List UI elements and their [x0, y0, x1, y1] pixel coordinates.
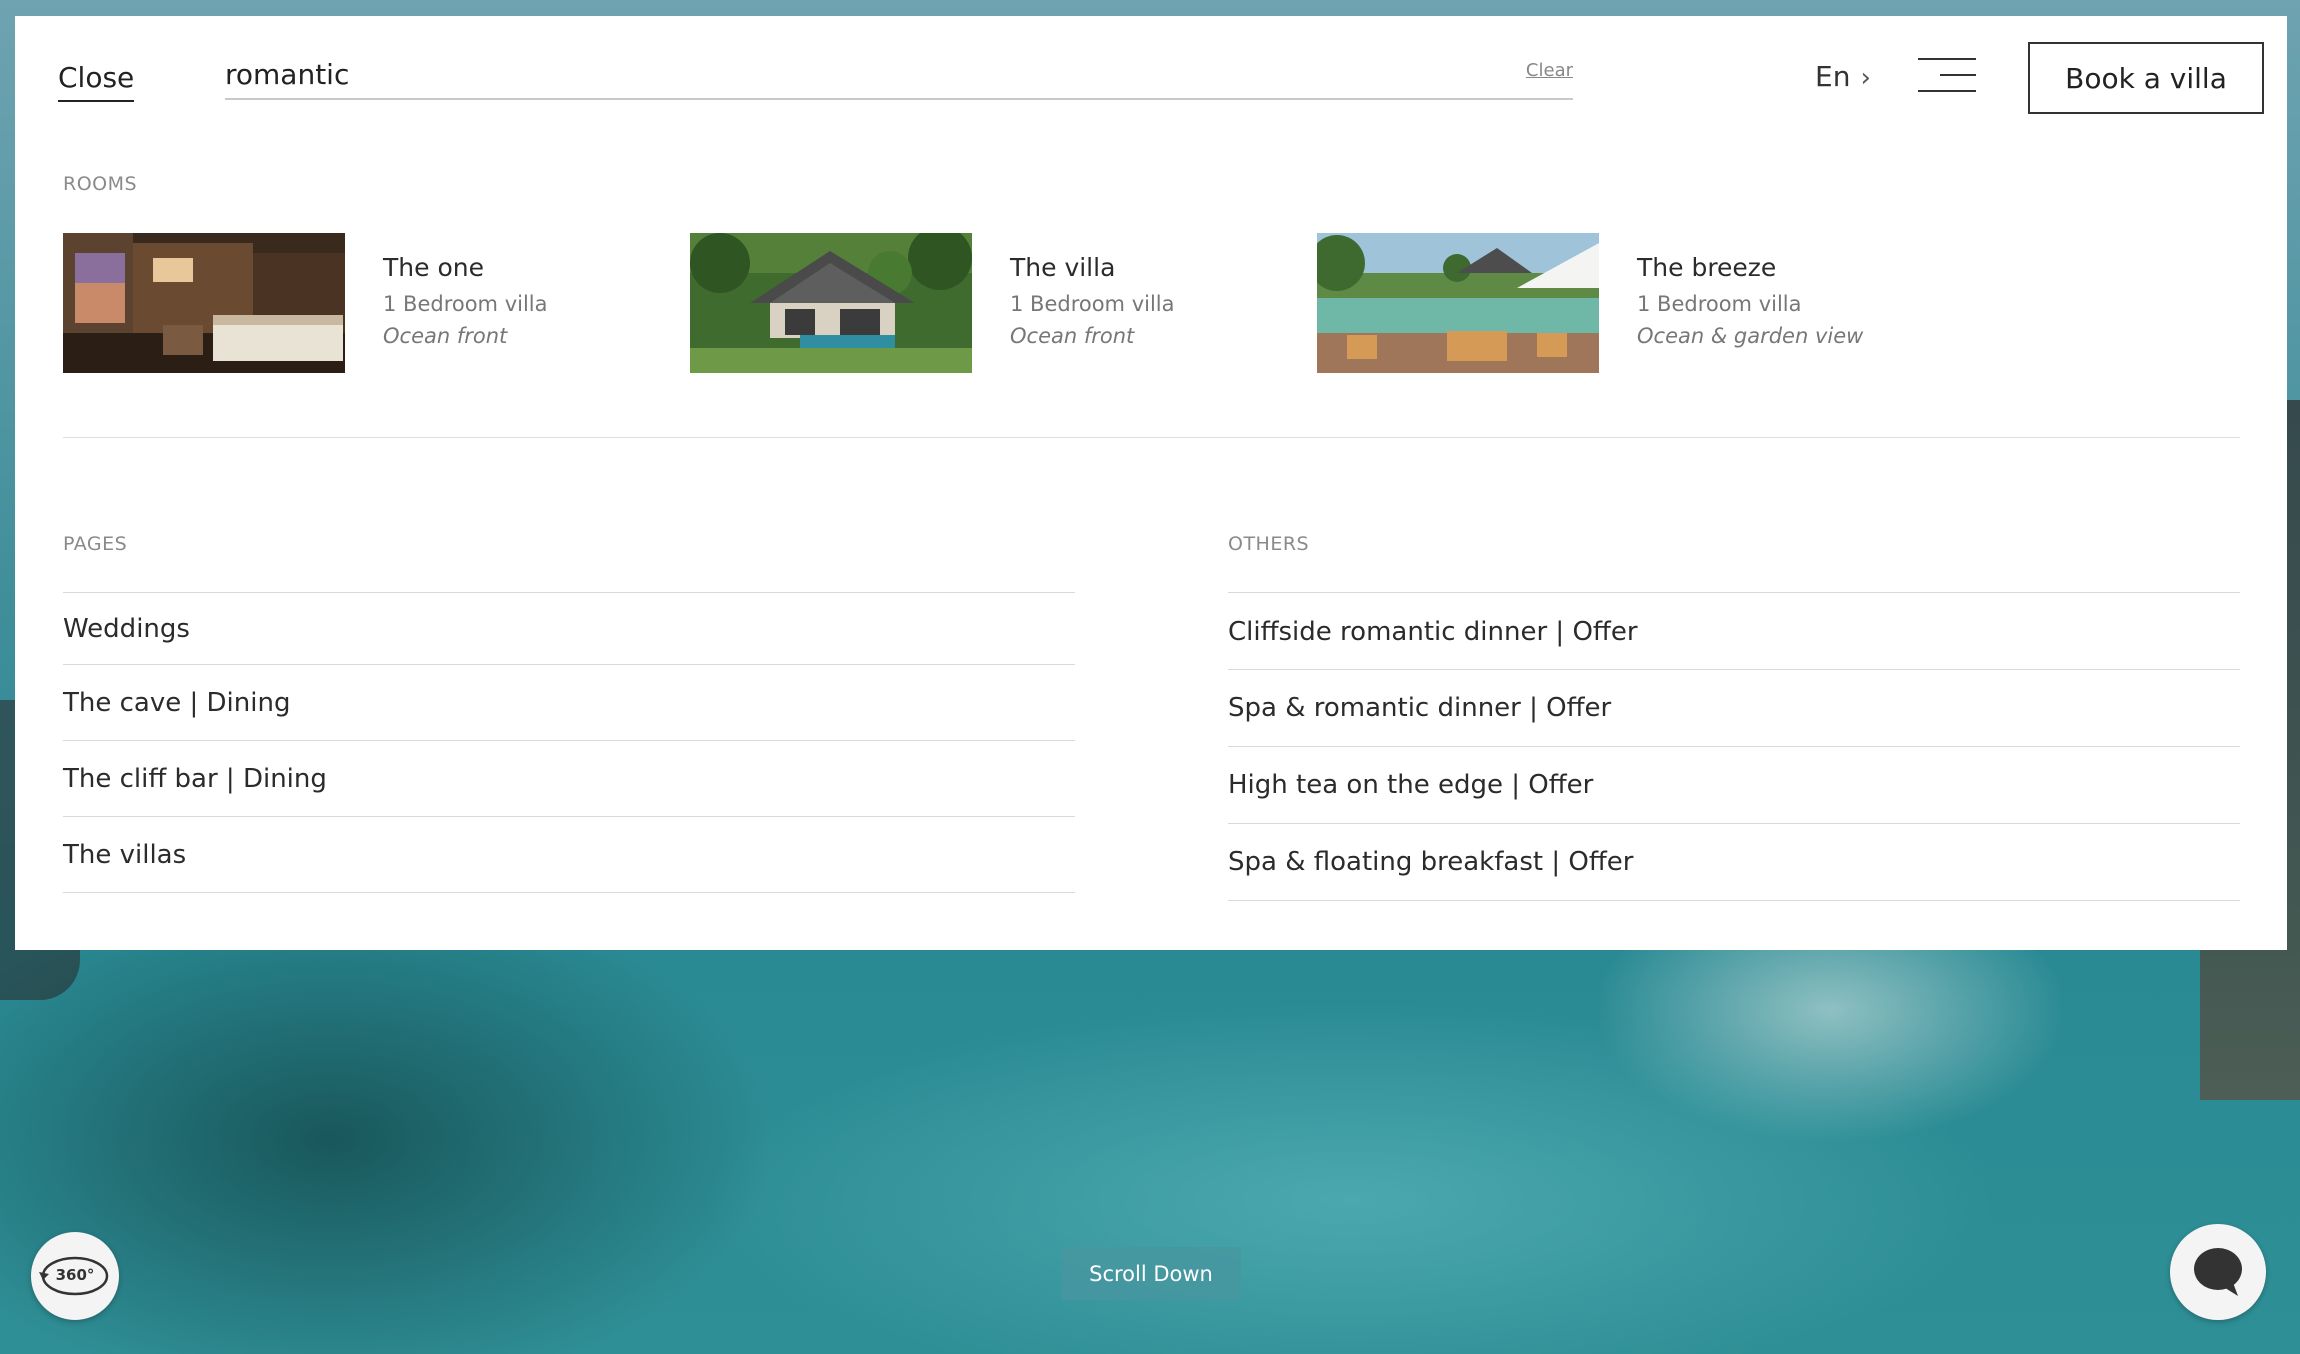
room-type: 1 Bedroom villa — [1637, 292, 1802, 316]
chevron-right-icon: › — [1860, 63, 1871, 93]
room-image-the-breeze — [1317, 233, 1599, 373]
room-name: The villa — [1010, 253, 1116, 282]
hamburger-menu-icon[interactable] — [1918, 58, 1976, 94]
close-button[interactable]: Close — [58, 61, 135, 102]
book-a-villa-button[interactable]: Book a villa — [2028, 42, 2264, 114]
room-name: The one — [383, 253, 484, 282]
language-label: En — [1815, 60, 1851, 93]
language-selector[interactable]: En › — [1815, 60, 1871, 93]
section-divider — [63, 437, 2240, 438]
search-bar: Clear — [225, 56, 1573, 100]
page-link-weddings[interactable]: Weddings — [63, 593, 1075, 665]
room-image-the-one — [63, 233, 345, 373]
room-view: Ocean front — [1010, 324, 1135, 348]
page-link-the-villas[interactable]: The villas — [63, 817, 1075, 893]
room-image-the-villa — [690, 233, 972, 373]
page-link-the-cliff-bar-dining[interactable]: The cliff bar | Dining — [63, 741, 1075, 817]
offer-link-spa-romantic-dinner[interactable]: Spa & romantic dinner | Offer — [1228, 670, 2240, 747]
pages-section-label: PAGES — [63, 533, 128, 555]
page-link-the-cave-dining[interactable]: The cave | Dining — [63, 665, 1075, 741]
chat-button[interactable] — [2170, 1224, 2266, 1320]
pages-list: Weddings The cave | Dining The cliff bar… — [63, 592, 1075, 893]
scroll-down-button[interactable]: Scroll Down — [1061, 1247, 1241, 1300]
room-view: Ocean & garden view — [1637, 324, 1864, 348]
room-type: 1 Bedroom villa — [383, 292, 548, 316]
clear-search-button[interactable]: Clear — [1526, 60, 1573, 81]
others-section-label: OTHERS — [1228, 533, 1310, 555]
chat-bubble-icon — [2194, 1248, 2242, 1296]
room-type: 1 Bedroom villa — [1010, 292, 1175, 316]
room-name: The breeze — [1637, 253, 1777, 282]
offer-link-spa-floating-breakfast[interactable]: Spa & floating breakfast | Offer — [1228, 824, 2240, 901]
360-view-label: 360° — [55, 1266, 95, 1284]
others-list: Cliffside romantic dinner | Offer Spa & … — [1228, 592, 2240, 901]
360-view-button[interactable]: 360° — [31, 1232, 119, 1320]
search-overlay-panel: Close Clear En › Book a villa ROOMS — [15, 16, 2287, 950]
offer-link-cliffside-romantic-dinner[interactable]: Cliffside romantic dinner | Offer — [1228, 593, 2240, 670]
room-view: Ocean front — [383, 324, 508, 348]
offer-link-high-tea-on-the-edge[interactable]: High tea on the edge | Offer — [1228, 747, 2240, 824]
search-input[interactable] — [225, 56, 1425, 91]
rooms-section-label: ROOMS — [63, 173, 138, 195]
